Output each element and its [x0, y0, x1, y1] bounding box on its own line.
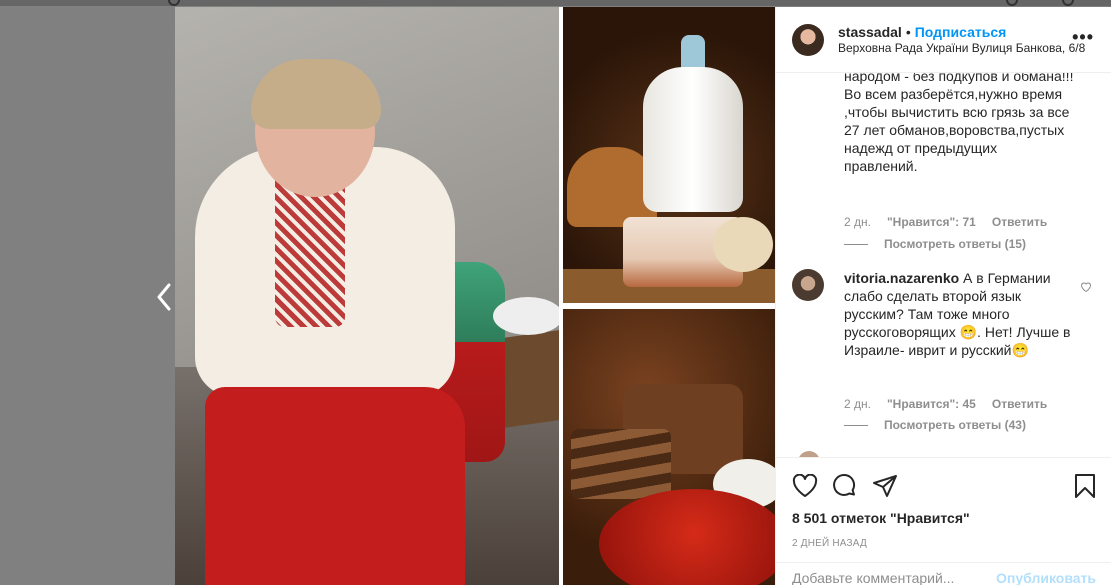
- view-replies-button[interactable]: Посмотреть ответы (43): [844, 418, 1026, 432]
- like-button[interactable]: [792, 466, 832, 506]
- replies-line: [844, 243, 868, 245]
- photo-bottle-bread-lard: [563, 7, 775, 303]
- comment-meta: 2 дн. "Нравится": 71 Ответить: [844, 215, 1047, 229]
- comment-meta: 2 дн. "Нравится": 45 Ответить: [844, 397, 1047, 411]
- post-actions: 8 501 отметок "Нравится" 2 ДНЕЙ НАЗАД Оп…: [776, 457, 1111, 585]
- comment-time[interactable]: 2 дн.: [844, 215, 871, 229]
- comment-likes[interactable]: "Нравится": 71: [887, 215, 976, 229]
- add-comment-bar: Опубликовать: [776, 562, 1111, 585]
- likes-count[interactable]: 8 501 отметок "Нравится": [792, 510, 1096, 526]
- commenter-username[interactable]: vitoria.nazarenko: [844, 270, 959, 286]
- post-image-collage[interactable]: [175, 7, 775, 585]
- post-modal: stassadal • Подписаться Верховна Рада Укра…: [175, 7, 1111, 585]
- follow-button[interactable]: Подписаться: [915, 24, 1007, 40]
- photo-man-eating: [175, 7, 559, 585]
- comment-time[interactable]: 2 дн.: [844, 397, 871, 411]
- background-icon: [1006, 0, 1018, 6]
- publish-button[interactable]: Опубликовать: [996, 570, 1096, 585]
- comment-icon: [833, 474, 856, 496]
- comment-content: vitoria.nazarenko А в Германии слабо сде…: [844, 269, 1074, 359]
- photo-bread-tomatoes: [563, 309, 775, 585]
- heart-icon: [792, 474, 818, 497]
- author-avatar[interactable]: [792, 23, 824, 56]
- like-comment-heart-icon[interactable]: [1080, 281, 1092, 293]
- more-options-button[interactable]: •••: [1072, 27, 1094, 48]
- share-button[interactable]: [872, 466, 912, 506]
- view-replies-label: Посмотреть ответы (15): [884, 237, 1026, 251]
- background-icon: [168, 0, 180, 6]
- reply-button[interactable]: Ответить: [992, 215, 1047, 229]
- separator-dot: •: [905, 23, 911, 40]
- comment-likes[interactable]: "Нравится": 45: [887, 397, 976, 411]
- post-time[interactable]: 2 ДНЕЙ НАЗАД: [792, 538, 1096, 549]
- view-replies-button[interactable]: Посмотреть ответы (15): [844, 237, 1026, 251]
- post-location[interactable]: Верховна Рада України Вулиця Банкова, 6/…: [838, 40, 1085, 56]
- comment-item: vitoria.nazarenko А в Германии слабо сде…: [792, 269, 1092, 359]
- commenter-avatar[interactable]: [792, 269, 824, 301]
- comment-input[interactable]: [792, 569, 997, 585]
- replies-line: [844, 424, 868, 426]
- background-page-strip: [0, 0, 1111, 6]
- background-icon: [1062, 0, 1074, 6]
- comment-text: народом - без подкупов и обмана!!! Во вс…: [844, 73, 1074, 174]
- previous-post-button[interactable]: [152, 282, 176, 312]
- comments-list[interactable]: народом - без подкупов и обмана!!! Во вс…: [776, 73, 1111, 457]
- reply-button[interactable]: Ответить: [992, 397, 1047, 411]
- chevron-left-icon: [157, 283, 171, 311]
- bookmark-icon: [1075, 474, 1095, 498]
- comment-button[interactable]: [832, 466, 872, 506]
- share-icon: [873, 475, 897, 497]
- view-replies-label: Посмотреть ответы (43): [884, 418, 1026, 432]
- author-username[interactable]: stassadal: [838, 24, 902, 40]
- save-button[interactable]: [1056, 466, 1096, 506]
- post-header: stassadal • Подписаться Верховна Рада Укра…: [776, 7, 1111, 73]
- post-side-panel: stassadal • Подписаться Верховна Рада Укра…: [775, 7, 1111, 585]
